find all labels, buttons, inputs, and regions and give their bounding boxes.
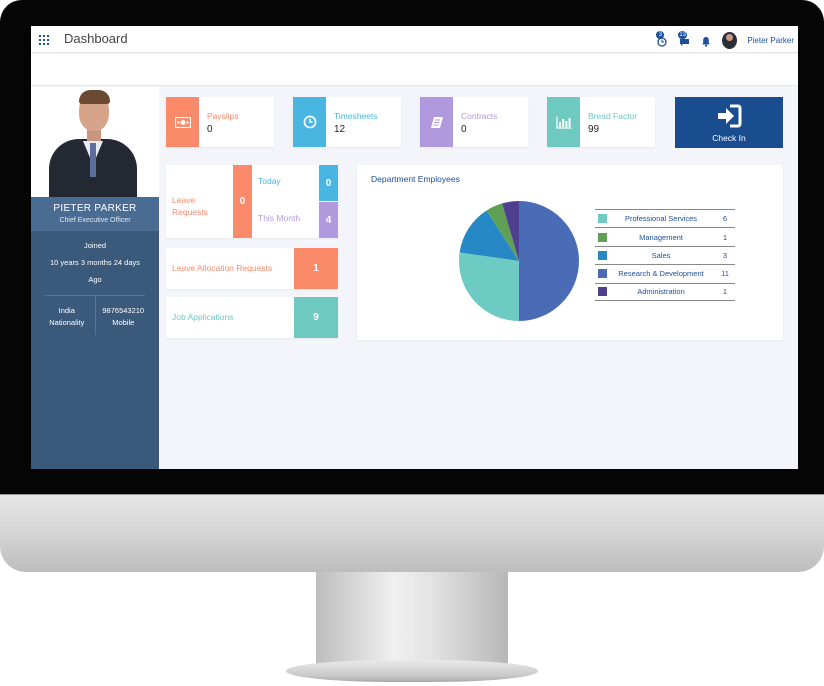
sub-header-bar	[31, 54, 798, 86]
timesheets-label: Timesheets	[334, 111, 378, 121]
phone-value: 9876543210	[102, 306, 145, 315]
profile-meta: India Nationality 9876543210 Mobile	[39, 296, 151, 335]
legend-label: Sales	[651, 250, 671, 260]
department-pie-chart	[459, 201, 579, 321]
pie-slice-professional-services[interactable]	[459, 252, 519, 321]
bar-chart-icon	[547, 97, 580, 147]
app-grid-icon[interactable]	[39, 35, 49, 45]
legend-value: 11	[721, 269, 729, 279]
legend-label: Professional Services	[624, 214, 698, 224]
job-applications-label: Job Applications	[172, 312, 234, 322]
joined-label: Joined	[83, 241, 107, 250]
monitor-stand-base	[286, 660, 538, 682]
job-applications-card[interactable]: Job Applications 9	[166, 297, 338, 338]
profile-panel: PIETER PARKER Chief Executive Officer Jo…	[31, 87, 159, 469]
check-in-label: Check In	[712, 133, 746, 143]
leave-month-count: 4	[319, 202, 338, 238]
page-title: Dashboard	[64, 31, 128, 46]
bread-factor-card[interactable]: Bread Factor 99	[547, 97, 655, 147]
legend-value: 6	[722, 214, 728, 224]
legend-row: Administration 1	[595, 282, 735, 301]
leave-requests-title[interactable]: Leave Requests	[172, 194, 208, 218]
timesheets-value: 12	[334, 124, 346, 135]
country-value: India	[58, 306, 75, 315]
legend-label: Research & Development	[618, 269, 704, 279]
nationality-block: India Nationality	[39, 296, 95, 335]
user-name-link[interactable]: Pieter Parker	[747, 36, 794, 45]
profile-role: Chief Executive Officer	[59, 217, 131, 224]
profile-name: PIETER PARKER	[53, 203, 137, 214]
chart-title: Department Employees	[371, 174, 460, 184]
monitor-stand-neck	[316, 572, 508, 664]
leave-requests-card: Leave Requests 0 Today 0 This Month 4	[166, 165, 338, 238]
leave-total-count: 0	[233, 165, 252, 238]
legend-swatch	[598, 269, 607, 279]
leave-allocation-card[interactable]: Leave Allocation Requests 1	[166, 248, 338, 289]
pie-slice-research-development[interactable]	[519, 201, 579, 321]
joined-info: Joined 10 years 3 months 24 days Ago	[31, 231, 159, 295]
leave-title-line2: Requests	[172, 207, 208, 217]
legend-row: Management 1	[595, 227, 735, 245]
joined-duration: 10 years 3 months 24 days	[49, 258, 141, 267]
payslips-label: Payslips	[207, 111, 239, 121]
payslips-card[interactable]: Payslips 0	[166, 97, 274, 147]
legend-swatch	[598, 232, 607, 242]
sign-in-icon	[718, 104, 742, 128]
user-avatar[interactable]	[722, 31, 738, 49]
leave-allocation-count: 1	[294, 248, 338, 289]
mobile-block: 9876543210 Mobile	[94, 296, 152, 335]
contracts-value: 0	[461, 124, 467, 135]
legend-label: Administration	[637, 287, 685, 297]
top-navbar: Dashboard 3 13 Pieter Parker	[31, 26, 798, 53]
chat-icon[interactable]: 13	[678, 31, 690, 47]
phone-label: Mobile	[112, 318, 135, 327]
job-applications-count: 9	[294, 297, 338, 338]
legend-value: 3	[722, 250, 728, 260]
legend-label: Management	[639, 232, 683, 242]
contracts-label: Contracts	[461, 111, 498, 121]
payslips-value: 0	[207, 124, 213, 135]
legend-row: Research & Development 11	[595, 264, 735, 282]
profile-name-block: PIETER PARKER Chief Executive Officer	[31, 197, 159, 231]
legend-value: 1	[722, 232, 728, 242]
app-screen: Dashboard 3 13 Pieter Parker PIETER PARK…	[31, 26, 798, 469]
joined-suffix: Ago	[88, 275, 102, 284]
legend-swatch	[598, 250, 607, 260]
clock-icon[interactable]: 3	[656, 31, 668, 47]
contracts-card[interactable]: Contracts 0	[420, 97, 528, 147]
legend-swatch	[598, 214, 607, 224]
topbar-actions: 3 13 Pieter Parker	[656, 28, 794, 52]
department-employees-card: Department Employees Professional Servic…	[357, 165, 783, 340]
document-icon	[420, 97, 453, 147]
monitor-chin	[0, 494, 824, 572]
country-label: Nationality	[49, 318, 85, 327]
legend-swatch	[598, 287, 607, 297]
leave-today-count: 0	[319, 165, 338, 201]
bell-icon[interactable]	[700, 33, 712, 47]
chart-legend: Professional Services 6 Management 1 Sales 3 R…	[595, 209, 735, 301]
profile-photo	[31, 87, 159, 197]
leave-allocation-label: Leave Allocation Requests	[172, 263, 273, 273]
clock-icon	[293, 97, 326, 147]
bread-factor-label: Bread Factor	[588, 111, 638, 121]
check-in-button[interactable]: Check In	[675, 97, 783, 148]
legend-row: Professional Services 6	[595, 209, 735, 227]
chat-badge: 13	[678, 31, 687, 39]
money-icon	[166, 97, 199, 147]
timesheets-card[interactable]: Timesheets 12	[293, 97, 401, 147]
leave-today-label[interactable]: Today	[258, 176, 281, 186]
legend-value: 1	[722, 287, 728, 297]
legend-row: Sales 3	[595, 245, 735, 264]
leave-title-line1: Leave	[172, 195, 196, 205]
bread-factor-value: 99	[588, 124, 600, 135]
leave-month-label[interactable]: This Month	[258, 213, 300, 223]
